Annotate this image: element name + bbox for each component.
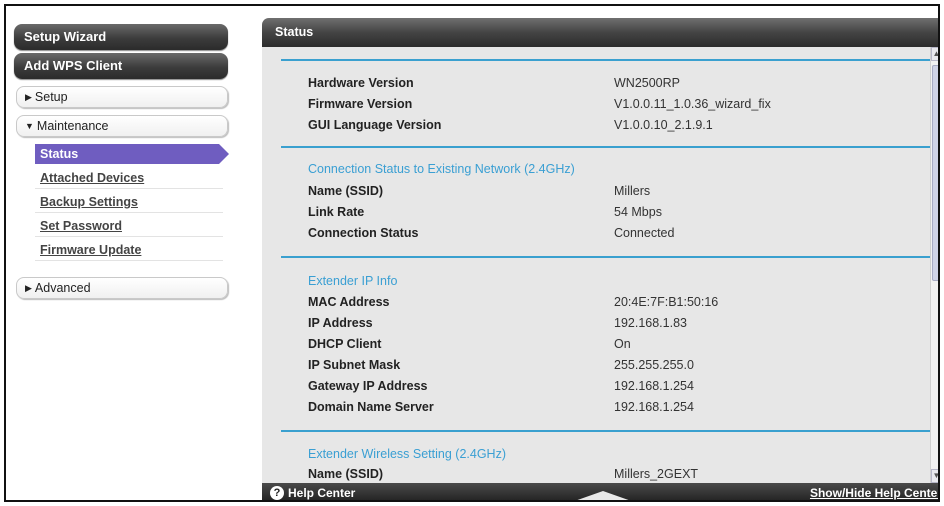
add-wps-client-button[interactable]: Add WPS Client <box>14 53 228 79</box>
setup-menu-label: Setup <box>34 90 68 104</box>
maintenance-menu-toggle[interactable]: ▼ Maintenance <box>16 115 228 137</box>
section-divider <box>281 59 934 61</box>
dhcp-client-value: On <box>614 337 631 351</box>
section-divider <box>281 146 934 148</box>
help-toggle-arrow-icon[interactable] <box>569 491 637 500</box>
ip-subnet-mask-label: IP Subnet Mask <box>308 358 401 372</box>
wireless-ssid-value: Millers_2GEXT <box>614 467 699 481</box>
router-admin-window: Setup Wizard Add WPS Client ▶ Setup ▼ Main… <box>4 4 940 502</box>
section-divider <box>281 256 934 258</box>
advanced-menu-label: Advanced <box>34 281 91 295</box>
setup-wizard-label: Setup Wizard <box>24 29 107 44</box>
expanded-triangle-icon: ▼ <box>25 121 34 131</box>
firmware-version-label: Firmware Version <box>308 97 413 111</box>
dns-label: Domain Name Server <box>308 400 434 414</box>
connection-status-heading: Connection Status to Existing Network (2… <box>308 162 575 176</box>
connection-ssid-label: Name (SSID) <box>308 184 384 198</box>
sidebar-item-firmware-update[interactable]: Firmware Update <box>35 239 223 261</box>
extender-wireless-heading: Extender Wireless Setting (2.4GHz) <box>308 447 506 461</box>
hardware-version-value: WN2500RP <box>614 76 680 90</box>
gui-language-version-label: GUI Language Version <box>308 118 442 132</box>
sidebar-item-status[interactable]: Status <box>35 144 229 164</box>
dns-value: 192.168.1.254 <box>614 400 694 414</box>
scroll-down-icon[interactable]: ▼ <box>931 469 938 483</box>
connection-ssid-value: Millers <box>614 184 651 198</box>
dhcp-client-label: DHCP Client <box>308 337 382 351</box>
sidebar-item-attached-devices-label: Attached Devices <box>40 171 145 185</box>
extender-ip-info-heading: Extender IP Info <box>308 274 398 288</box>
connection-status-label: Connection Status <box>308 226 419 240</box>
help-icon[interactable]: ? <box>270 486 284 500</box>
ip-address-value: 192.168.1.83 <box>614 316 687 330</box>
advanced-menu-toggle[interactable]: ▶ Advanced <box>16 277 228 299</box>
sidebar-item-set-password[interactable]: Set Password <box>35 215 223 237</box>
help-footer-bar: ? Help Center Show/Hide Help Center <box>262 483 938 500</box>
scrollbar-thumb[interactable] <box>932 65 938 281</box>
hardware-version-label: Hardware Version <box>308 76 414 90</box>
show-hide-help-center-link[interactable]: Show/Hide Help Center <box>810 483 938 500</box>
sidebar-item-firmware-update-label: Firmware Update <box>40 243 142 257</box>
wireless-ssid-label: Name (SSID) <box>308 467 384 481</box>
collapsed-triangle-icon: ▶ <box>25 283 32 293</box>
collapsed-triangle-icon: ▶ <box>25 92 32 102</box>
gateway-ip-label: Gateway IP Address <box>308 379 428 393</box>
help-center-link[interactable]: Help Center <box>288 483 355 500</box>
setup-menu-toggle[interactable]: ▶ Setup <box>16 86 228 108</box>
status-content: Hardware Version WN2500RP Firmware Versi… <box>262 47 936 483</box>
setup-wizard-button[interactable]: Setup Wizard <box>14 24 228 50</box>
page-title: Status <box>275 25 314 39</box>
sidebar-item-status-label: Status <box>40 147 79 161</box>
sidebar-item-backup-settings-label: Backup Settings <box>40 195 138 209</box>
link-rate-label: Link Rate <box>308 205 365 219</box>
section-divider <box>281 430 934 432</box>
panel-header: Status <box>262 18 938 47</box>
mac-address-label: MAC Address <box>308 295 390 309</box>
ip-address-label: IP Address <box>308 316 373 330</box>
sidebar-item-backup-settings[interactable]: Backup Settings <box>35 191 223 213</box>
scroll-up-icon[interactable]: ▲ <box>931 47 938 61</box>
maintenance-menu-label: Maintenance <box>36 119 109 133</box>
sidebar-item-attached-devices[interactable]: Attached Devices <box>35 167 223 189</box>
status-panel: Status Hardware Version WN2500RP Firmwar… <box>262 18 938 500</box>
connection-status-value: Connected <box>614 226 675 240</box>
link-rate-value: 54 Mbps <box>614 205 662 219</box>
gui-language-version-value: V1.0.0.10_2.1.9.1 <box>614 118 713 132</box>
gateway-ip-value: 192.168.1.254 <box>614 379 694 393</box>
sidebar-item-set-password-label: Set Password <box>40 219 122 233</box>
mac-address-value: 20:4E:7F:B1:50:16 <box>614 295 719 309</box>
firmware-version-value: V1.0.0.11_1.0.36_wizard_fix <box>614 97 771 111</box>
ip-subnet-mask-value: 255.255.255.0 <box>614 358 694 372</box>
add-wps-client-label: Add WPS Client <box>24 58 123 73</box>
content-scrollbar[interactable]: ▲ ▼ <box>930 47 938 483</box>
